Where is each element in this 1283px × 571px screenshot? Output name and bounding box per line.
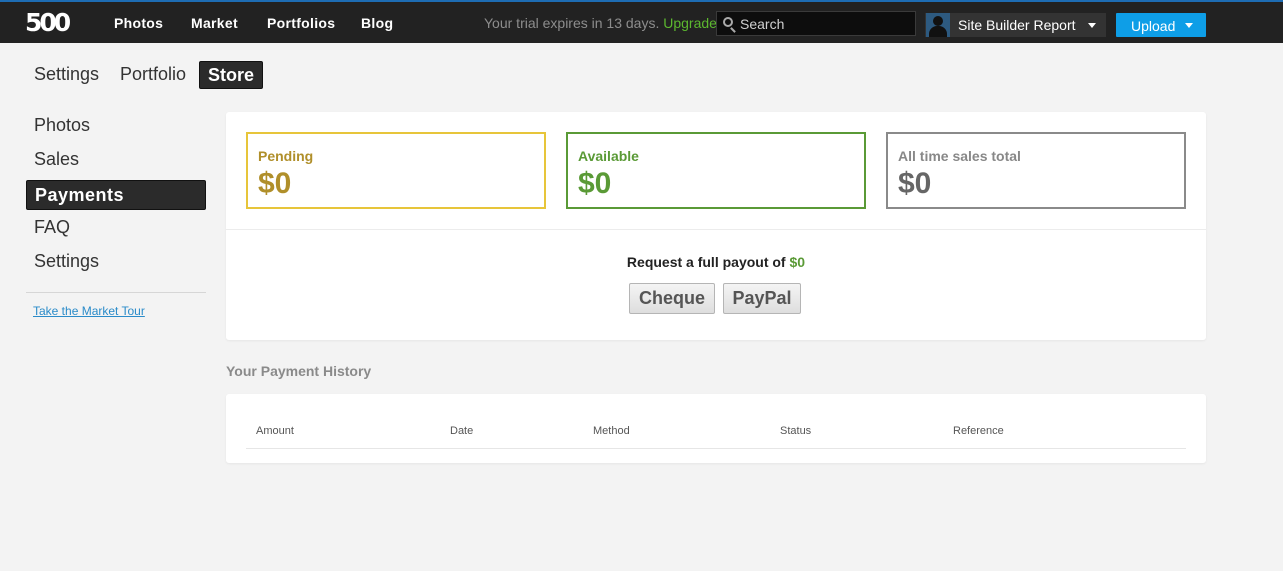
sidebar-item-settings[interactable]: Settings <box>26 247 206 277</box>
search-icon <box>723 17 733 27</box>
paypal-button[interactable]: PayPal <box>723 283 801 314</box>
nav-market[interactable]: Market <box>191 15 238 31</box>
alltime-box: All time sales total $0 <box>886 132 1186 209</box>
tab-portfolio[interactable]: Portfolio <box>112 61 194 89</box>
avatar <box>926 13 950 37</box>
trial-notice: Your trial expires in 13 days. Upgrade. <box>484 15 721 31</box>
alltime-label: All time sales total <box>898 148 1021 164</box>
trial-text: Your trial expires in 13 days. <box>484 15 660 31</box>
upload-button[interactable]: Upload <box>1116 13 1206 37</box>
user-name: Site Builder Report <box>958 17 1076 33</box>
column-header-status: Status <box>780 425 812 437</box>
upload-label: Upload <box>1131 18 1176 34</box>
available-label: Available <box>578 148 639 164</box>
sidebar-divider <box>26 292 206 293</box>
alltime-amount: $0 <box>898 167 932 200</box>
500px-logo[interactable]: 500 <box>25 8 71 37</box>
chevron-down-icon[interactable] <box>1185 23 1193 28</box>
search-input[interactable] <box>740 14 910 33</box>
tab-store[interactable]: Store <box>199 61 264 89</box>
nav-portfolios[interactable]: Portfolios <box>267 15 335 31</box>
payout-request-text: Request a full payout of $0 <box>226 254 1206 270</box>
available-box: Available $0 <box>566 132 866 209</box>
market-tour-link[interactable]: Take the Market Tour <box>33 304 145 318</box>
available-amount: $0 <box>578 167 612 200</box>
column-header-amount: Amount <box>256 425 294 437</box>
column-header-reference: Reference <box>953 425 1004 437</box>
request-amount: $0 <box>789 254 806 270</box>
upgrade-link[interactable]: Upgrade. <box>663 15 721 31</box>
payment-history-table: Amount Date Method Status Reference <box>226 394 1206 463</box>
payout-summary-panel: Pending $0 Available $0 All time sales t… <box>226 112 1206 340</box>
top-navigation-bar: 500 Photos Market Portfolios Blog Your t… <box>0 0 1283 43</box>
payment-history-title: Your Payment History <box>226 363 372 379</box>
pending-box: Pending $0 <box>246 132 546 209</box>
tab-settings[interactable]: Settings <box>26 61 107 89</box>
sidebar-item-payments[interactable]: Payments <box>26 180 206 210</box>
sidebar-item-sales[interactable]: Sales <box>26 145 206 175</box>
search-box[interactable] <box>716 11 916 36</box>
column-header-date: Date <box>450 425 474 437</box>
nav-photos[interactable]: Photos <box>114 15 163 31</box>
sidebar-item-photos[interactable]: Photos <box>26 111 206 141</box>
user-menu[interactable]: Site Builder Report <box>925 13 1106 37</box>
pending-label: Pending <box>258 148 314 164</box>
table-header-divider <box>246 448 1186 449</box>
column-header-method: Method <box>593 425 630 437</box>
pending-amount: $0 <box>258 167 292 200</box>
cheque-button[interactable]: Cheque <box>629 283 715 314</box>
chevron-down-icon <box>1088 23 1096 28</box>
panel-divider <box>226 229 1206 230</box>
nav-blog[interactable]: Blog <box>361 15 393 31</box>
request-label: Request a full payout of <box>626 254 786 270</box>
sidebar-item-faq[interactable]: FAQ <box>26 213 206 243</box>
